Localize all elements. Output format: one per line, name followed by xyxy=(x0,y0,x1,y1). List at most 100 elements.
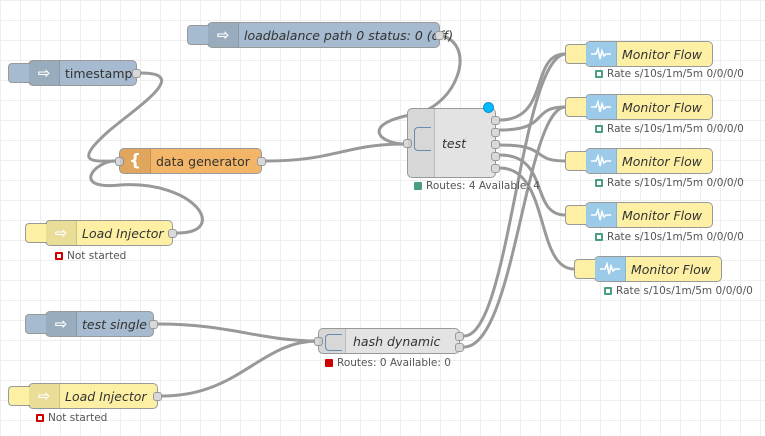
waveform-icon-shape xyxy=(591,47,611,60)
node-label: hash dynamic xyxy=(353,333,441,349)
node-label: Monitor Flow xyxy=(622,207,703,223)
status-text: Rate s/10s/1m/5m 0/0/0/0 xyxy=(616,285,753,297)
status-text: Rate s/10s/1m/5m 0/0/0/0 xyxy=(607,123,744,135)
load-balance-icon xyxy=(408,109,435,177)
wire-load-injector-2-to-hash-dynamic xyxy=(160,339,320,398)
node-status: Rate s/10s/1m/5m 0/0/0/0 xyxy=(595,177,744,189)
enable-button[interactable] xyxy=(574,259,596,279)
status-ring-icon xyxy=(604,287,612,295)
monitor-flow-node[interactable]: Monitor Flow xyxy=(565,202,713,228)
node-status: Rate s/10s/1m/5m 0/0/0/0 xyxy=(604,285,753,297)
curly-brace-icon: { xyxy=(120,149,151,173)
waveform-icon xyxy=(586,95,617,119)
node-label: Load Injector xyxy=(65,388,147,404)
load-injector-node[interactable]: ⇨ Load Injector xyxy=(25,220,177,246)
output-port-1[interactable] xyxy=(491,116,500,125)
monitor-flow-node[interactable]: Monitor Flow xyxy=(565,94,713,120)
inject-button[interactable] xyxy=(8,63,30,83)
node-status: Rate s/10s/1m/5m 0/0/0/0 xyxy=(595,231,744,243)
status-text: Not started xyxy=(67,250,127,262)
node-label: Monitor Flow xyxy=(622,99,703,115)
node-label: Monitor Flow xyxy=(631,261,712,277)
status-ring-icon xyxy=(595,233,603,241)
node-label: test single xyxy=(82,316,147,332)
status-ring-icon xyxy=(595,125,603,133)
status-text: Not started xyxy=(48,412,108,424)
output-port-2[interactable] xyxy=(455,343,464,352)
wire-test-single-to-hash-dynamic xyxy=(156,322,320,343)
output-port-5[interactable] xyxy=(491,164,500,173)
load-injector-node[interactable]: ⇨ Load Injector xyxy=(8,383,162,409)
output-port[interactable] xyxy=(435,31,444,40)
test-single-node[interactable]: ⇨ test single xyxy=(25,311,158,337)
waveform-icon xyxy=(586,203,617,227)
hash-dynamic-node[interactable]: hash dynamic xyxy=(314,328,464,354)
waveform-icon-shape xyxy=(591,154,611,167)
node-label: Load Injector xyxy=(82,225,164,241)
wire-hash-dynamic-to-monitor-1 xyxy=(462,52,567,338)
node-status: Routes: 4 Available: 4 xyxy=(414,180,540,192)
node-label: timestamp xyxy=(65,65,133,81)
node-label: data generator xyxy=(156,153,250,169)
node-status: Rate s/10s/1m/5m 0/0/0/0 xyxy=(595,68,744,80)
enable-button[interactable] xyxy=(565,151,587,171)
status-ring-icon xyxy=(36,414,44,422)
load-balance-icon-shape xyxy=(414,127,431,151)
inject-button[interactable] xyxy=(187,25,209,45)
inject-button[interactable] xyxy=(8,386,30,406)
inject-button[interactable] xyxy=(25,223,47,243)
monitor-flow-node[interactable]: Monitor Flow xyxy=(565,41,713,67)
timestamp-node[interactable]: ⇨ timestamp xyxy=(8,60,141,86)
output-port-3[interactable] xyxy=(491,140,500,149)
waveform-icon xyxy=(586,42,617,66)
node-label: Monitor Flow xyxy=(622,46,703,62)
status-ring-icon xyxy=(55,252,63,260)
data-generator-node[interactable]: { data generator xyxy=(115,148,266,174)
enable-button[interactable] xyxy=(565,205,587,225)
output-port-2[interactable] xyxy=(491,128,500,137)
waveform-icon-shape xyxy=(591,208,611,221)
status-ring-icon xyxy=(595,70,603,78)
node-status: Not started xyxy=(55,250,126,262)
node-status: Not started xyxy=(36,412,107,424)
waveform-icon-shape xyxy=(591,100,611,113)
monitor-flow-node[interactable]: Monitor Flow xyxy=(574,256,722,282)
output-port[interactable] xyxy=(132,69,141,78)
enable-button[interactable] xyxy=(565,44,587,64)
output-port[interactable] xyxy=(153,392,162,401)
waveform-icon-shape xyxy=(600,262,620,275)
status-dot-icon xyxy=(414,182,422,190)
output-port-4[interactable] xyxy=(491,152,500,161)
status-dot-icon xyxy=(325,359,333,367)
output-port-1[interactable] xyxy=(455,332,464,341)
status-text: Rate s/10s/1m/5m 0/0/0/0 xyxy=(607,177,744,189)
node-status: Routes: 0 Available: 0 xyxy=(325,357,451,369)
node-label: loadbalance path 0 status: 0 (off) xyxy=(244,27,454,43)
output-port[interactable] xyxy=(149,320,158,329)
load-balance-icon-shape xyxy=(325,334,342,351)
output-port[interactable] xyxy=(257,157,266,166)
arrow-right-icon: ⇨ xyxy=(29,384,60,408)
waveform-icon xyxy=(586,149,617,173)
status-text: Rate s/10s/1m/5m 0/0/0/0 xyxy=(607,68,744,80)
arrow-right-icon: ⇨ xyxy=(208,23,239,47)
enable-button[interactable] xyxy=(565,97,587,117)
status-text: Routes: 0 Available: 0 xyxy=(337,357,451,369)
arrow-right-icon: ⇨ xyxy=(46,312,77,336)
arrow-right-icon: ⇨ xyxy=(46,221,77,245)
wire-test-to-monitor-3 xyxy=(498,143,567,163)
waveform-icon xyxy=(595,257,626,281)
status-text: Rate s/10s/1m/5m 0/0/0/0 xyxy=(607,231,744,243)
loadbalance-status-node[interactable]: ⇨ loadbalance path 0 status: 0 (off) xyxy=(187,22,453,48)
status-ring-icon xyxy=(595,179,603,187)
changed-indicator-icon xyxy=(483,102,494,113)
load-balance-icon xyxy=(319,329,346,353)
arrow-right-icon: ⇨ xyxy=(29,61,60,85)
node-status: Rate s/10s/1m/5m 0/0/0/0 xyxy=(595,123,744,135)
test-node[interactable]: test xyxy=(403,108,500,178)
output-port[interactable] xyxy=(168,229,177,238)
node-label: Monitor Flow xyxy=(622,153,703,169)
monitor-flow-node[interactable]: Monitor Flow xyxy=(565,148,713,174)
inject-button[interactable] xyxy=(25,314,47,334)
wire-data-generator-to-test xyxy=(264,142,407,163)
